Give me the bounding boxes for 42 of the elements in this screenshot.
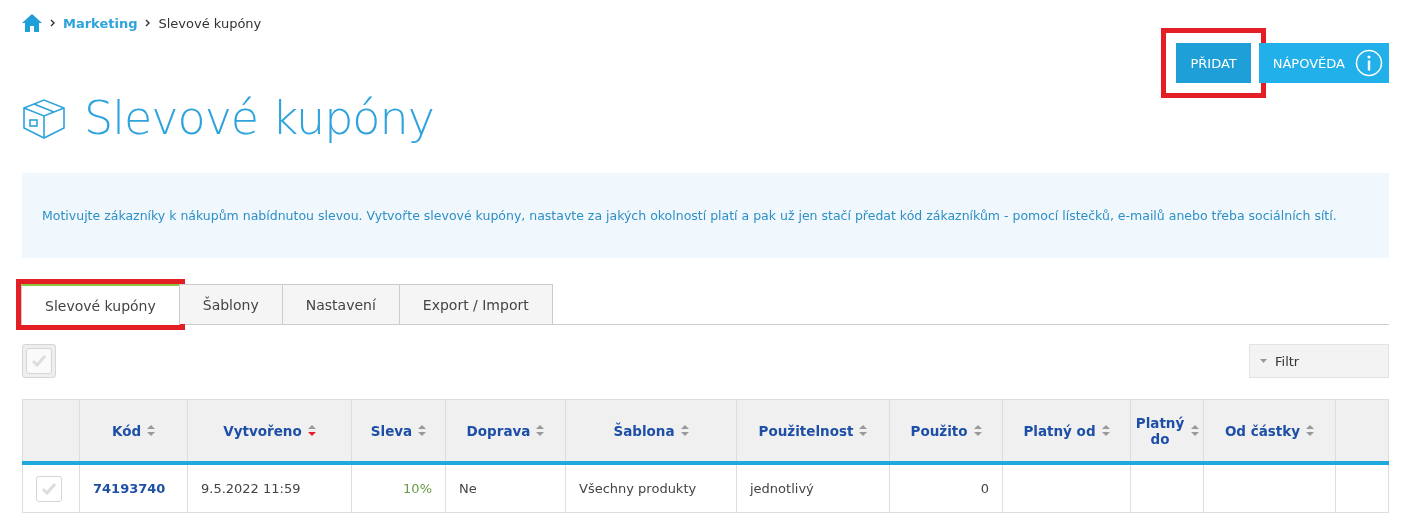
column-header[interactable]: Platný od [1023, 422, 1096, 439]
table-cell: 9.5.2022 11:59 [201, 481, 301, 496]
column-header[interactable]: Doprava [466, 422, 531, 439]
sort-icon[interactable] [1191, 425, 1199, 436]
tab[interactable]: Export / Import [398, 284, 553, 324]
column-header[interactable]: Vytvořeno [223, 422, 302, 439]
sort-icon[interactable] [1101, 425, 1110, 436]
caret-icon [1260, 359, 1267, 363]
column-header[interactable]: Použitelnost [758, 422, 854, 439]
table-cell: Ne [459, 481, 477, 496]
column-header[interactable]: Sleva [370, 422, 413, 439]
tab[interactable]: Šablony [178, 284, 283, 324]
tab[interactable]: Nastavení [281, 284, 400, 324]
table-cell: 0 [980, 481, 989, 496]
column-header[interactable]: Použito [910, 422, 968, 439]
sort-icon[interactable] [418, 425, 427, 436]
home-icon[interactable] [22, 14, 42, 32]
check-icon [31, 354, 47, 368]
box-icon [22, 96, 66, 140]
table-cell: jednotlivý [750, 481, 814, 496]
check-icon [41, 481, 57, 496]
sort-icon[interactable] [536, 425, 545, 436]
breadcrumb-current: Slevové kupóny [158, 15, 262, 31]
sort-icon[interactable] [147, 425, 156, 436]
table-cell: Všechny produkty [579, 481, 697, 496]
chevron-icon [145, 19, 151, 27]
filter-button[interactable]: Filtr [1249, 344, 1389, 378]
page-title: Slevové kupóny [84, 91, 434, 145]
select-all-checkbox[interactable] [22, 344, 56, 378]
sort-icon[interactable] [680, 425, 689, 436]
row-checkbox[interactable] [36, 475, 62, 502]
info-banner: Motivujte zákazníky k nákupům nabídnutou slevou. Vytvořte slevové kupóny, nastavte za jakých okolností platí a pak už jen stačí předat kód zákazníkům - pomocí lístečků, e-mailů anebo třeba sociálních sítí. [22, 173, 1389, 258]
info-icon [1355, 49, 1383, 77]
table-cell: 10% [403, 481, 432, 496]
column-header[interactable]: Od částky [1224, 422, 1301, 439]
column-header[interactable]: Šablona [613, 422, 675, 439]
sort-icon[interactable] [1306, 425, 1315, 436]
sort-icon[interactable] [973, 425, 982, 436]
chevron-icon [50, 19, 55, 27]
sort-icon[interactable] [859, 425, 868, 436]
column-header[interactable]: Kód [111, 422, 142, 439]
sort-icon[interactable] [307, 425, 316, 436]
